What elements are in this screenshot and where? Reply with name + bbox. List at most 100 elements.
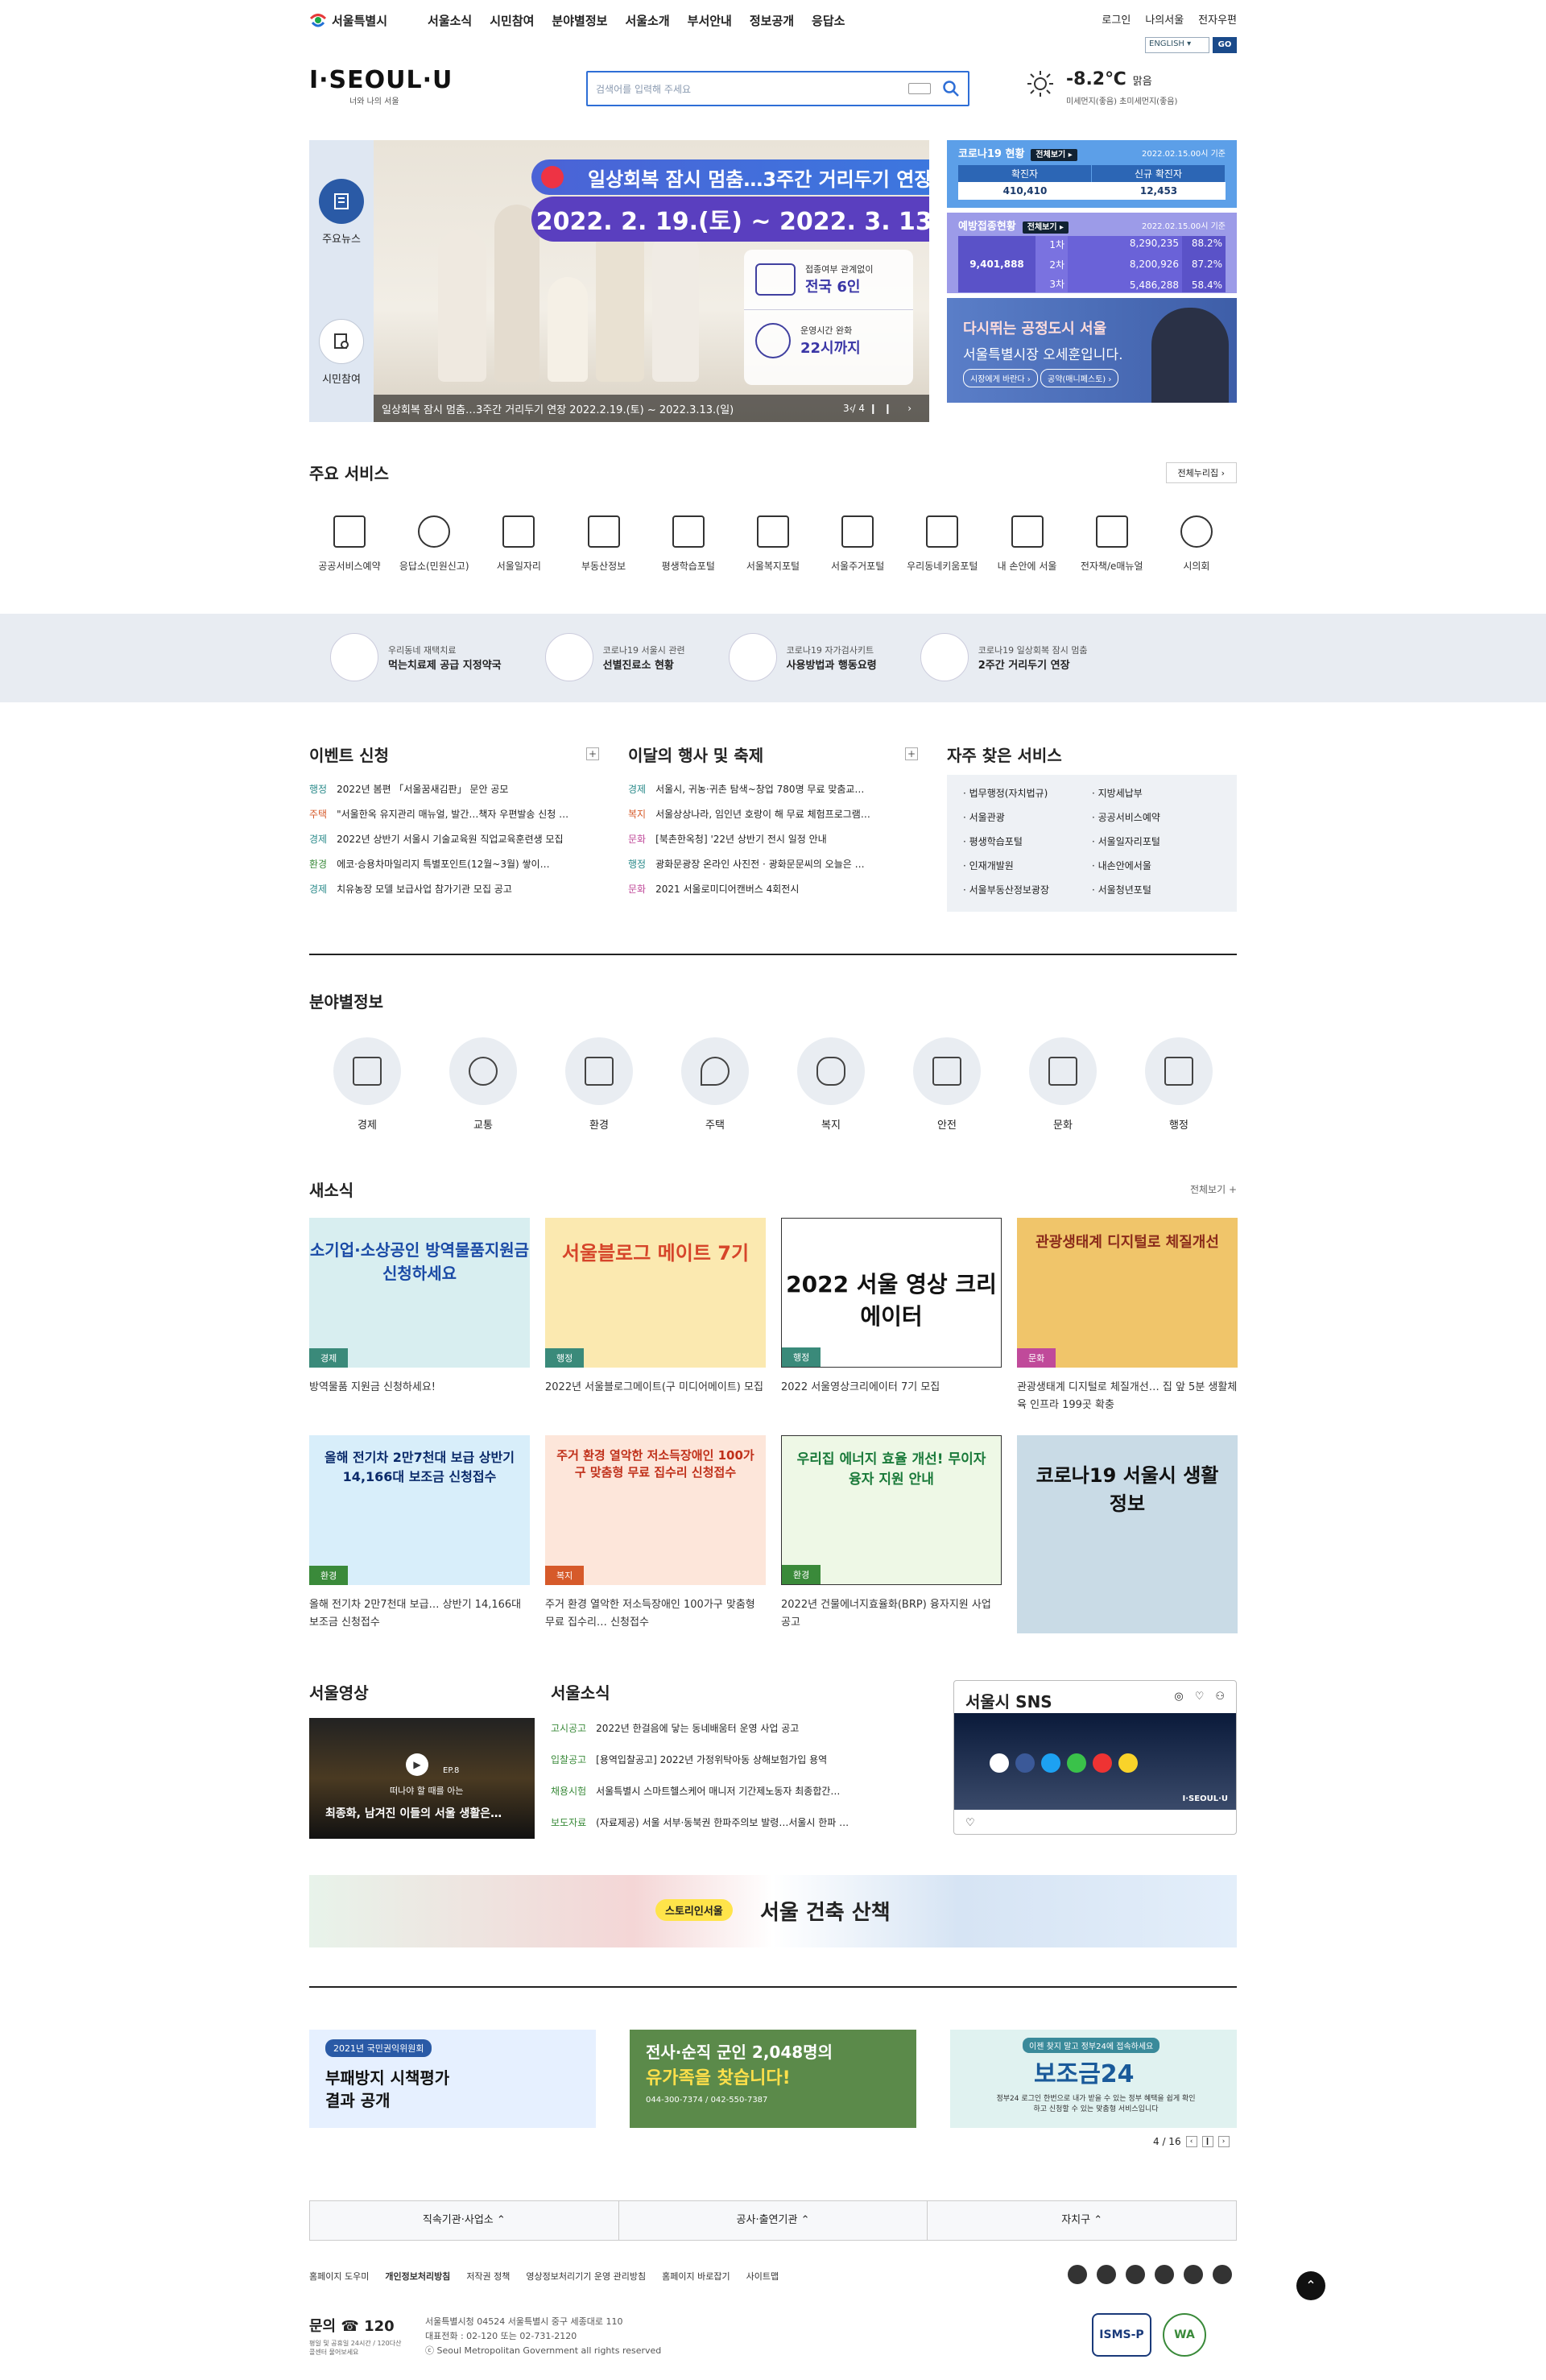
- service-item[interactable]: 서울일자리: [478, 515, 559, 573]
- language-select[interactable]: ENGLISH ▾: [1145, 37, 1209, 53]
- list-item[interactable]: 경제 치유농장 모델 보급사업 참가기관 모집 공고: [309, 882, 599, 896]
- manifesto-button[interactable]: 공약(매니페스토) ›: [1040, 369, 1119, 387]
- field-item-welfare[interactable]: 복지: [797, 1037, 865, 1132]
- quick-link[interactable]: 코로나19 일상회복 잠시 멈춤 2주간 거리두기 연장: [920, 633, 1088, 681]
- footer-link[interactable]: 저작권 정책: [466, 2270, 510, 2283]
- email-link[interactable]: 전자우편: [1198, 11, 1237, 27]
- related-district[interactable]: 자치구 ⌃: [928, 2201, 1236, 2240]
- field-item-economy[interactable]: 경제: [333, 1037, 401, 1132]
- service-item[interactable]: 응답소(민원신고): [394, 515, 474, 573]
- promo-banner[interactable]: 2021년 국민권익위원회 부패방지 시책평가 결과 공개: [309, 2030, 596, 2128]
- login-link[interactable]: 로그인: [1102, 11, 1131, 27]
- field-item-housing[interactable]: 주택: [681, 1037, 749, 1132]
- seoul-logo[interactable]: 서울특별시: [309, 11, 387, 29]
- field-item-environment[interactable]: 환경: [565, 1037, 633, 1132]
- kakao-icon[interactable]: [1155, 2265, 1174, 2284]
- facebook-icon[interactable]: [1068, 2265, 1087, 2284]
- service-item[interactable]: 내 손안에 서울: [987, 515, 1068, 573]
- news-card[interactable]: 서울블로그 메이트 7기 행정 2022년 서울블로그메이트(구 미디어메이트) …: [545, 1218, 766, 1426]
- frequent-item[interactable]: · 공공서비스예약: [1092, 810, 1221, 828]
- search-icon[interactable]: [942, 80, 960, 97]
- youtube-icon[interactable]: [1184, 2265, 1203, 2284]
- service-item[interactable]: 우리동네키움포털: [902, 515, 982, 573]
- twitter-icon[interactable]: [1097, 2265, 1116, 2284]
- field-item-culture[interactable]: 문화: [1029, 1037, 1097, 1132]
- list-item[interactable]: 경제 서울시, 귀농·귀촌 탐색~창업 780명 무료 맞춤교…: [628, 782, 918, 796]
- service-item[interactable]: 전자책/e매뉴얼: [1072, 515, 1152, 573]
- pause-icon[interactable]: ❙: [1201, 2136, 1213, 2147]
- frequent-item[interactable]: · 평생학습포털: [963, 834, 1092, 852]
- quick-link[interactable]: 코로나19 자가검사키트 사용방법과 행동요령: [728, 633, 877, 681]
- news-all-link[interactable]: 전체보기 +: [1190, 1182, 1237, 1196]
- covid-all-button[interactable]: 전체보기 ▸: [1031, 149, 1077, 161]
- list-item[interactable]: 채용시험 서울특별시 스마트헬스케어 매니저 기간제노동자 최종합간…: [551, 1784, 937, 1798]
- field-item-traffic[interactable]: 교통: [449, 1037, 517, 1132]
- news-card[interactable]: 우리집 에너지 효율 개선! 무이자 융자 지원 안내 환경 2022년 건물에너…: [781, 1435, 1002, 1643]
- hero-caption[interactable]: 일상회복 잠시 멈춤…3주간 거리두기 연장 2022.2.19.(토) ~ 2…: [382, 401, 734, 416]
- service-item[interactable]: 부동산정보: [564, 515, 644, 573]
- service-item[interactable]: 공공서비스예약: [309, 515, 390, 573]
- gnb-item[interactable]: 서울소개: [625, 12, 669, 29]
- quick-link[interactable]: 우리동네 재택치료 먹는치료제 공급 지정약국: [330, 633, 502, 681]
- news-card[interactable]: 소기업·소상공인 방역물품지원금 신청하세요 경제 방역물품 지원금 신청하세요!: [309, 1218, 530, 1426]
- service-item[interactable]: 서울복지포털: [733, 515, 813, 573]
- gnb-item[interactable]: 시민참여: [490, 12, 534, 29]
- promo-banner[interactable]: 전사·순직 군인 2,048명의 유가족을 찾습니다! 044-300-7374…: [630, 2030, 916, 2128]
- list-item[interactable]: 보도자료 (자료제공) 서울 서부·동북권 한파주의보 발령…서울시 한파 …: [551, 1815, 937, 1829]
- heart-icon[interactable]: ♡: [1195, 1691, 1205, 1703]
- slide-controls[interactable]: ‹ ❙❙ ›: [849, 403, 918, 414]
- festivals-more-icon[interactable]: +: [905, 747, 918, 760]
- gnb-item[interactable]: 서울소식: [428, 12, 472, 29]
- chat-icon[interactable]: [1213, 2265, 1232, 2284]
- service-item[interactable]: 평생학습포털: [648, 515, 729, 573]
- gnb-item[interactable]: 응답소: [812, 12, 845, 29]
- news-card[interactable]: 코로나19 서울시 생활정보: [1017, 1435, 1238, 1643]
- footer-link[interactable]: 홈페이지 도우미: [309, 2270, 369, 2283]
- scroll-top-button[interactable]: ⌃: [1296, 2271, 1325, 2300]
- instagram-icon[interactable]: [1126, 2265, 1145, 2284]
- footer-link[interactable]: 사이트맵: [746, 2270, 779, 2283]
- list-item[interactable]: 행정 광화문광장 온라인 사진전 · 광화문문씨의 오늘은 …: [628, 857, 918, 871]
- frequent-item[interactable]: · 법무행정(자치법규): [963, 786, 1092, 804]
- frequent-item[interactable]: · 내손안에서울: [1092, 859, 1221, 876]
- tab-main-news[interactable]: 주요뉴스: [309, 179, 374, 246]
- video-thumbnail[interactable]: ▶ EP.8 떠나야 할 때를 아는 최종화, 남겨진 이들의 서울 생활은…: [309, 1718, 535, 1839]
- news-card[interactable]: 2022 서울 영상 크리에이터 행정 2022 서울영상크리에이터 7기 모집: [781, 1218, 1002, 1426]
- hero-slide[interactable]: 일상회복 잠시 멈춤…3주간 거리두기 연장 2022. 2. 19.(토) ~…: [374, 140, 929, 422]
- list-item[interactable]: 경제 2022년 상반기 서울시 기술교육원 직업교육훈련생 모집: [309, 832, 599, 846]
- frequent-item[interactable]: · 서울관광: [963, 810, 1092, 828]
- gnb-item[interactable]: 부서안내: [688, 12, 732, 29]
- language-go-button[interactable]: GO: [1213, 37, 1237, 53]
- list-item[interactable]: 입찰공고 [용역입찰공고] 2022년 가정위탁아동 상해보험가입 용역: [551, 1753, 937, 1766]
- promo-banner[interactable]: 이젠 찾지 말고 정부24에 접속하세요 보조금24 정부24 로그인 한번으로…: [950, 2030, 1237, 2128]
- list-item[interactable]: 환경 에코·승용차마일리지 특별포인트(12월~3월) 쌓이…: [309, 857, 599, 871]
- service-item[interactable]: 서울주거포털: [817, 515, 898, 573]
- vaccine-all-button[interactable]: 전체보기 ▸: [1022, 221, 1069, 234]
- mayor-request-button[interactable]: 시장에게 바란다 ›: [963, 369, 1038, 387]
- gnb-item[interactable]: 정보공개: [750, 12, 794, 29]
- my-seoul-link[interactable]: 나의서울: [1145, 11, 1184, 27]
- frequent-item[interactable]: · 지방세납부: [1092, 786, 1221, 804]
- list-item[interactable]: 행정 2022년 봄편 「서울꿈새김판」 문안 공모: [309, 782, 599, 796]
- news-card[interactable]: 올해 전기차 2만7천대 보급 상반기 14,166대 보조금 신청접수 환경 올…: [309, 1435, 530, 1643]
- footer-link[interactable]: 개인정보처리방침: [385, 2270, 450, 2283]
- frequent-item[interactable]: · 서울일자리포털: [1092, 834, 1221, 852]
- footer-link[interactable]: 영상정보처리기기 운영 관리방침: [526, 2270, 646, 2283]
- mayor-banner[interactable]: 다시뛰는 공정도시 서울 서울특별시장 오세훈입니다. 시장에게 바란다 › 공…: [947, 298, 1237, 403]
- next-icon[interactable]: ›: [1217, 2136, 1230, 2147]
- quick-link[interactable]: 코로나19 서울시 관련 선별진료소 현황: [544, 633, 685, 681]
- frequent-item[interactable]: · 인재개발원: [963, 859, 1092, 876]
- list-item[interactable]: 문화 [북촌한옥청] '22년 상반기 전시 일정 안내: [628, 832, 918, 846]
- prev-icon[interactable]: ‹: [1185, 2136, 1197, 2147]
- gnb-item[interactable]: 분야별정보: [552, 12, 607, 29]
- footer-link[interactable]: 홈페이지 바로잡기: [662, 2270, 730, 2283]
- architecture-banner[interactable]: 스토리인서울 서울 건축 산책: [309, 1875, 1237, 1947]
- pause-icon[interactable]: ◎: [1174, 1691, 1183, 1703]
- list-item[interactable]: 복지 서울상상나라, 임인년 호랑이 해 무료 체험프로그램…: [628, 807, 918, 821]
- frequent-item[interactable]: · 서울청년포털: [1092, 883, 1221, 900]
- user-icon[interactable]: ⚇: [1215, 1691, 1225, 1703]
- list-item[interactable]: 고시공고 2022년 한걸음에 닿는 동네배움터 운영 사업 공고: [551, 1721, 937, 1735]
- sns-image[interactable]: I·SEOUL·U: [954, 1713, 1236, 1810]
- field-item-safety[interactable]: 안전: [913, 1037, 981, 1132]
- events-more-icon[interactable]: +: [586, 747, 599, 760]
